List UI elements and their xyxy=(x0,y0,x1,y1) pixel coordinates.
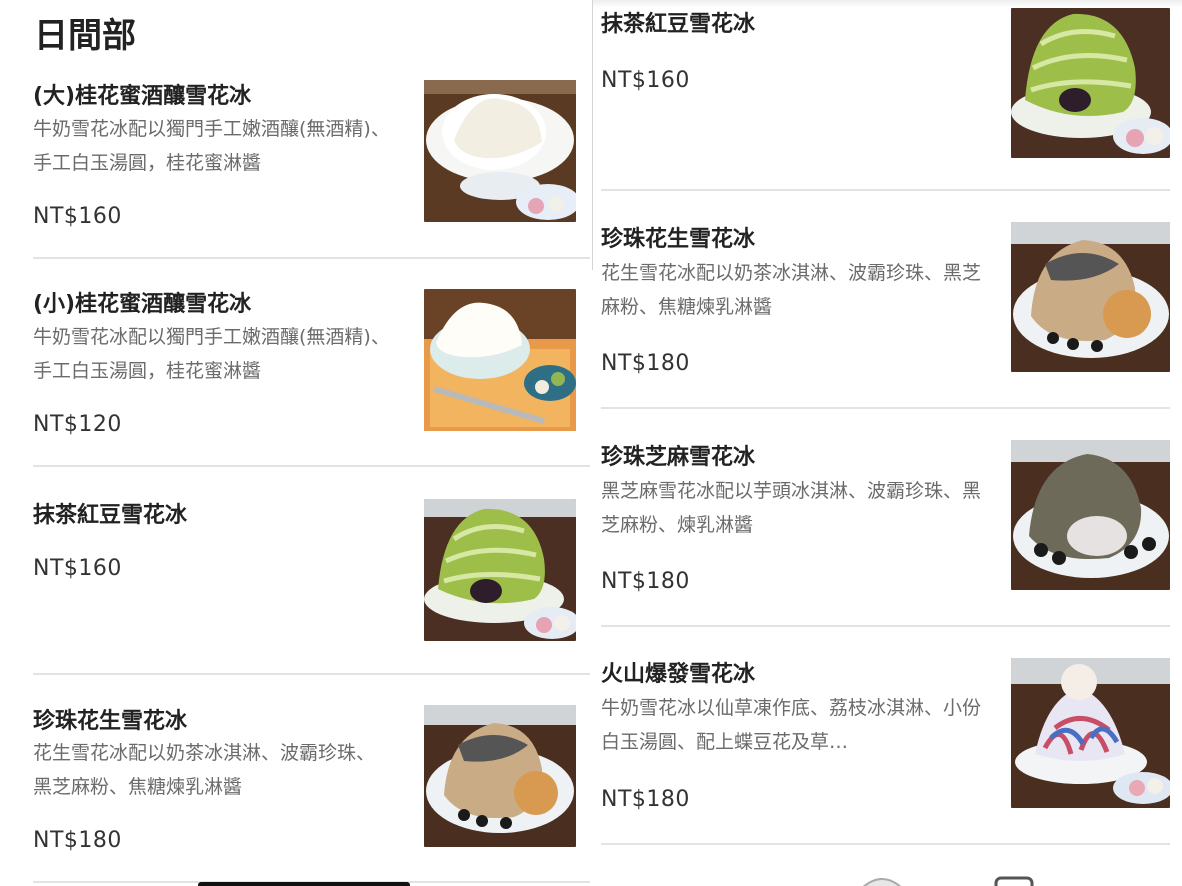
item-divider xyxy=(601,625,1170,627)
osmanthus-shaved-ice-photo xyxy=(424,80,576,222)
item-divider xyxy=(33,673,590,675)
item-price: NT$180 xyxy=(601,787,690,812)
item-name: (大)桂花蜜酒釀雪花冰 xyxy=(33,84,252,109)
item-price: NT$160 xyxy=(33,204,122,229)
item-price: NT$160 xyxy=(33,556,122,581)
nav-partial-square-icon xyxy=(994,876,1034,886)
item-divider xyxy=(601,189,1170,191)
item-description: 花生雪花冰配以奶茶冰淇淋、波霸珍珠、黑芝麻粉、焦糖煉乳淋醬 xyxy=(33,742,376,798)
matcha-shaved-ice-photo xyxy=(424,499,576,641)
item-name: 珍珠芝麻雪花冰 xyxy=(601,445,756,470)
item-divider xyxy=(601,843,1170,845)
small-osmanthus-shaved-ice-photo xyxy=(424,289,576,431)
item-price: NT$180 xyxy=(601,351,690,376)
item-name: 抹茶紅豆雪花冰 xyxy=(601,12,756,37)
item-description: 黑芝麻雪花冰配以芋頭冰淇淋、波霸珍珠、黑芝麻粉、煉乳淋醬 xyxy=(601,480,982,536)
pearl-peanut-shaved-ice-photo xyxy=(424,705,576,847)
item-name: 火山爆發雪花冰 xyxy=(601,662,756,687)
item-price: NT$180 xyxy=(33,828,122,853)
home-indicator-icon xyxy=(198,882,410,886)
menu-panel-right: 抹茶紅豆雪花冰 NT$160 珍珠花生雪花冰 花生雪花冰配以奶茶冰淇淋、波霸珍珠… xyxy=(592,0,1182,886)
item-price: NT$120 xyxy=(33,412,122,437)
item-name: 抹茶紅豆雪花冰 xyxy=(33,503,188,528)
item-description: 牛奶雪花冰配以獨門手工嫩酒釀(無酒精)、手工白玉湯圓，桂花蜜淋醬 xyxy=(33,118,390,174)
item-divider xyxy=(33,465,590,467)
nav-partial-icon xyxy=(862,878,902,886)
pearl-sesame-shaved-ice-photo xyxy=(1011,440,1170,590)
panel-left-border xyxy=(592,0,593,270)
item-name: 珍珠花生雪花冰 xyxy=(33,709,188,734)
item-name: (小)桂花蜜酒釀雪花冰 xyxy=(33,292,252,317)
matcha-shaved-ice-photo xyxy=(1011,8,1170,158)
menu-panel-left: 日間部 (大)桂花蜜酒釀雪花冰 牛奶雪花冰配以獨門手工嫩酒釀(無酒精)、手工白玉… xyxy=(0,0,590,886)
item-description: 牛奶雪花冰配以獨門手工嫩酒釀(無酒精)、手工白玉湯圓，桂花蜜淋醬 xyxy=(33,326,390,382)
item-price: NT$160 xyxy=(601,68,690,93)
item-name: 珍珠花生雪花冰 xyxy=(601,227,756,252)
item-description: 花生雪花冰配以奶茶冰淇淋、波霸珍珠、黑芝麻粉、焦糖煉乳淋醬 xyxy=(601,262,982,318)
item-divider xyxy=(33,257,590,259)
section-title: 日間部 xyxy=(34,16,136,56)
pearl-peanut-shaved-ice-photo xyxy=(1011,222,1170,372)
screenshot-composite: 日間部 (大)桂花蜜酒釀雪花冰 牛奶雪花冰配以獨門手工嫩酒釀(無酒精)、手工白玉… xyxy=(0,0,1182,886)
item-price: NT$180 xyxy=(601,569,690,594)
item-description: 牛奶雪花冰以仙草凍作底、荔枝冰淇淋、小份白玉湯圓、配上蝶豆花及草… xyxy=(601,697,982,753)
item-divider xyxy=(601,407,1170,409)
volcano-shaved-ice-photo xyxy=(1011,658,1170,808)
